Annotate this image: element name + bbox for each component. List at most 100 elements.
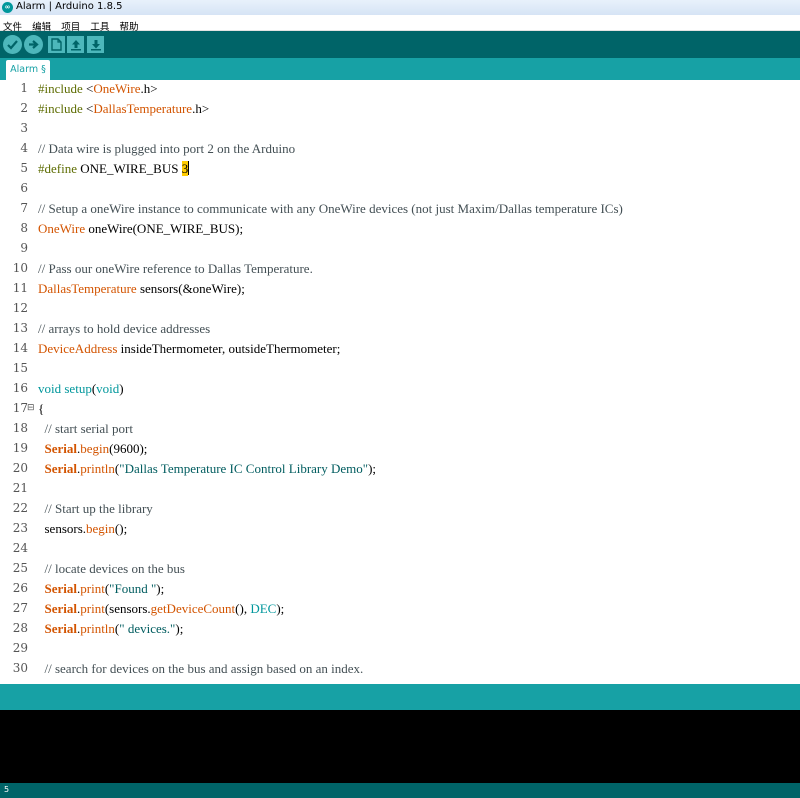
code-line[interactable]: #define ONE_WIRE_BUS 3 <box>38 161 190 177</box>
code-token: OneWire <box>93 81 141 96</box>
code-token: // locate devices on the bus <box>38 561 185 576</box>
code-token: oneWire(ONE_WIRE_BUS); <box>85 221 244 236</box>
tab-alarm[interactable]: Alarm § <box>6 60 50 80</box>
code-line[interactable]: // Data wire is plugged into port 2 on t… <box>38 141 295 157</box>
code-token: .h> <box>140 81 158 96</box>
line-number: 18 <box>12 421 28 435</box>
save-button[interactable] <box>87 36 104 53</box>
line-number: 16 <box>12 381 28 395</box>
open-icon <box>70 39 81 50</box>
line-number: 6 <box>20 181 28 195</box>
code-token: DEC <box>250 601 277 616</box>
code-line[interactable]: OneWire oneWire(ONE_WIRE_BUS); <box>38 221 243 237</box>
line-number: 19 <box>12 441 28 455</box>
line-number: 2 <box>20 101 28 115</box>
save-icon <box>90 39 101 50</box>
code-line[interactable]: DallasTemperature sensors(&oneWire); <box>38 281 245 297</box>
code-token: ); <box>276 601 285 616</box>
code-token: DallasTemperature <box>38 281 137 296</box>
code-token: (9600); <box>109 441 148 456</box>
line-number: 25 <box>12 561 28 575</box>
code-token: (sensors. <box>104 601 151 616</box>
code-line[interactable]: Serial.print(sensors.getDeviceCount(), D… <box>38 601 285 617</box>
line-number: 11 <box>12 281 28 295</box>
text-cursor <box>188 161 190 175</box>
window-title: Alarm | Arduino 1.8.5 <box>16 1 123 12</box>
code-token: "Found " <box>109 581 157 596</box>
code-token: // Start up the library <box>38 501 153 516</box>
code-token: (); <box>114 521 128 536</box>
verify-icon <box>7 40 18 50</box>
editor-console-divider[interactable] <box>0 684 800 710</box>
code-token: // Pass our oneWire reference to Dallas … <box>38 261 313 276</box>
code-line[interactable]: // Pass our oneWire reference to Dallas … <box>38 261 313 277</box>
code-token: println <box>80 621 115 636</box>
line-number: 20 <box>12 461 28 475</box>
line-number: 26 <box>12 581 28 595</box>
open-button[interactable] <box>67 36 84 53</box>
code-token: ONE_WIRE_BUS <box>80 161 182 176</box>
upload-button[interactable] <box>24 35 43 54</box>
code-token: (), <box>235 601 251 616</box>
line-number-gutter: 1 2 3 4 5 6 7 8 9 10 11 12 13 14 15 16 17 ⊟ 18 19 20 21 22 23 24… <box>0 80 36 684</box>
code-token: begin <box>86 521 115 536</box>
code-line[interactable]: Serial.println("Dallas Temperature IC Co… <box>38 461 377 477</box>
code-token: // Data wire is plugged into port 2 on t… <box>38 141 296 156</box>
code-token: #include <box>38 81 87 96</box>
code-line[interactable]: // search for devices on the bus and ass… <box>38 661 364 677</box>
line-number: 8 <box>20 221 28 235</box>
code-line[interactable]: DeviceAddress insideThermometer, outside… <box>38 341 340 357</box>
code-line[interactable]: // arrays to hold device addresses <box>38 321 210 337</box>
code-line[interactable]: Serial.println(" devices."); <box>38 621 184 637</box>
line-number: 13 <box>12 321 28 335</box>
code-token: // start serial port <box>38 421 133 436</box>
code-token: void <box>38 381 62 396</box>
code-token: DallasTemperature <box>93 101 193 116</box>
code-token: Serial <box>44 621 78 636</box>
line-number: 27 <box>12 601 28 615</box>
arduino-logo-icon: ∞ <box>2 2 13 13</box>
code-token: getDeviceCount <box>150 601 236 616</box>
code-line[interactable]: Serial.print("Found "); <box>38 581 165 597</box>
new-icon <box>51 38 62 51</box>
code-token: insideThermometer, outsideThermometer; <box>117 341 341 356</box>
code-line[interactable]: // Start up the library <box>38 501 153 517</box>
line-number: 3 <box>20 121 28 135</box>
code-token: sensors. <box>38 521 87 536</box>
verify-button[interactable] <box>3 35 22 54</box>
new-button[interactable] <box>48 36 65 53</box>
code-editor[interactable]: 1 2 3 4 5 6 7 8 9 10 11 12 13 14 15 16 17 ⊟ 18 19 20 21 22 23 24… <box>0 80 800 684</box>
code-token: #define <box>38 161 81 176</box>
code-line[interactable]: // locate devices on the bus <box>38 561 185 577</box>
code-token: print <box>80 581 105 596</box>
code-line[interactable]: { <box>38 401 44 417</box>
line-number: 12 <box>12 301 28 315</box>
code-line[interactable]: void setup(void) <box>38 381 124 397</box>
code-line[interactable]: // start serial port <box>38 421 133 437</box>
code-token: " devices." <box>119 621 176 636</box>
console-output <box>0 710 800 783</box>
code-line[interactable]: sensors.begin(); <box>38 521 128 537</box>
code-token: begin <box>80 441 110 456</box>
line-number: 23 <box>12 521 28 535</box>
line-number: 4 <box>20 141 28 155</box>
code-token: ); <box>175 621 184 636</box>
code-line[interactable]: #include <OneWire.h> <box>38 81 158 97</box>
code-line[interactable]: // Setup a oneWire instance to communica… <box>38 201 623 217</box>
code-token: void <box>96 381 120 396</box>
line-number: 21 <box>12 481 28 495</box>
code-token: Serial <box>44 461 78 476</box>
status-line-number: 5 <box>4 785 10 794</box>
status-bar: 5 <box>0 783 800 798</box>
code-token: // Setup a oneWire instance to communica… <box>38 201 623 216</box>
code-token: OneWire <box>38 221 86 236</box>
line-number: 1 <box>20 81 28 95</box>
fold-toggle-icon[interactable]: ⊟ <box>27 403 35 413</box>
code-token: sensors(&oneWire); <box>136 281 245 296</box>
code-token: "Dallas Temperature IC Control Library D… <box>119 461 369 476</box>
line-number: 15 <box>12 361 28 375</box>
code-line[interactable]: #include <DallasTemperature.h> <box>38 101 209 117</box>
title-bar: ∞ Alarm | Arduino 1.8.5 <box>0 0 800 15</box>
code-line[interactable]: Serial.begin(9600); <box>38 441 148 457</box>
code-token: println <box>80 461 115 476</box>
